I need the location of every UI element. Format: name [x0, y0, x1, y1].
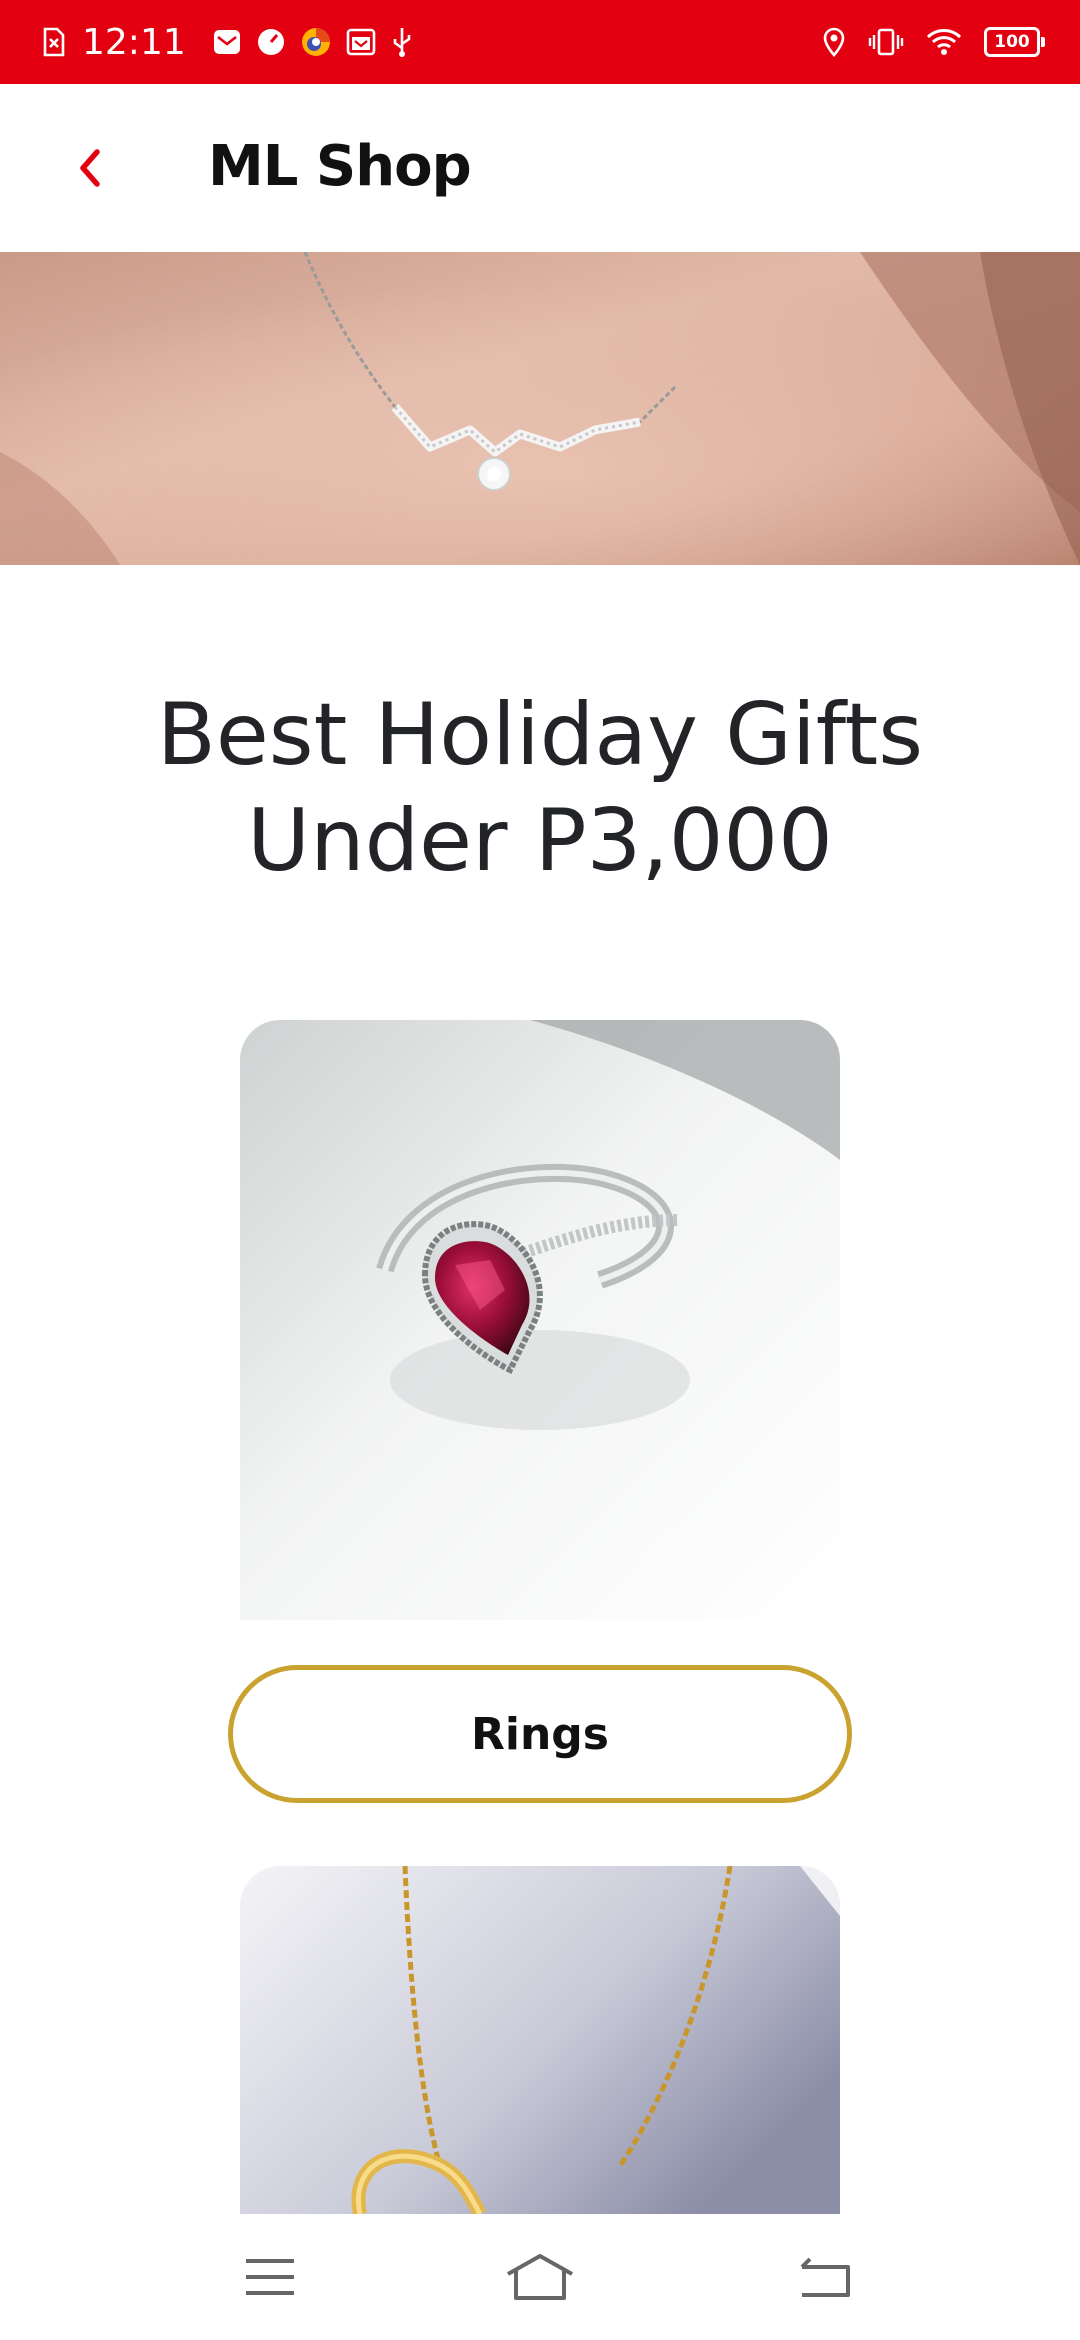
app-bar: ML Shop [0, 84, 1080, 252]
section-headline: Best Holiday Gifts Under P3,000 [156, 685, 924, 891]
home-icon [507, 2254, 573, 2300]
usb-icon [390, 26, 414, 58]
calendar-icon [346, 27, 376, 57]
rings-category-image[interactable] [240, 1020, 840, 1620]
speed-icon [256, 27, 286, 57]
battery-icon: 100 [984, 27, 1045, 57]
nav-back-button[interactable] [784, 2242, 864, 2312]
rings-category-button[interactable]: Rings [228, 1665, 852, 1803]
wifi-icon [926, 27, 962, 57]
status-right: 100 [822, 0, 1045, 84]
hero-banner[interactable] [0, 252, 1080, 565]
home-button[interactable] [500, 2242, 580, 2312]
menu-button[interactable] [230, 2242, 310, 2312]
necklace-category-image[interactable] [240, 1866, 840, 2214]
ruby-ring-image [240, 1020, 840, 1620]
menu-icon [246, 2259, 294, 2295]
status-bar: 12:11 100 [0, 0, 1080, 84]
back-icon [800, 2257, 850, 2297]
page-title: ML Shop [208, 134, 472, 199]
vibrate-icon [868, 27, 904, 57]
location-icon [822, 27, 846, 57]
sim-error-icon [42, 27, 66, 57]
mail-icon [212, 27, 242, 57]
system-nav-bar [0, 2214, 1080, 2340]
status-time: 12:11 [82, 21, 186, 63]
gold-heart-necklace-image [240, 1866, 840, 2214]
back-button[interactable] [60, 138, 120, 198]
chevron-left-icon [80, 149, 100, 187]
necklace-banner-image [0, 252, 1080, 565]
browser-icon [300, 26, 332, 58]
status-left: 12:11 [42, 0, 414, 84]
